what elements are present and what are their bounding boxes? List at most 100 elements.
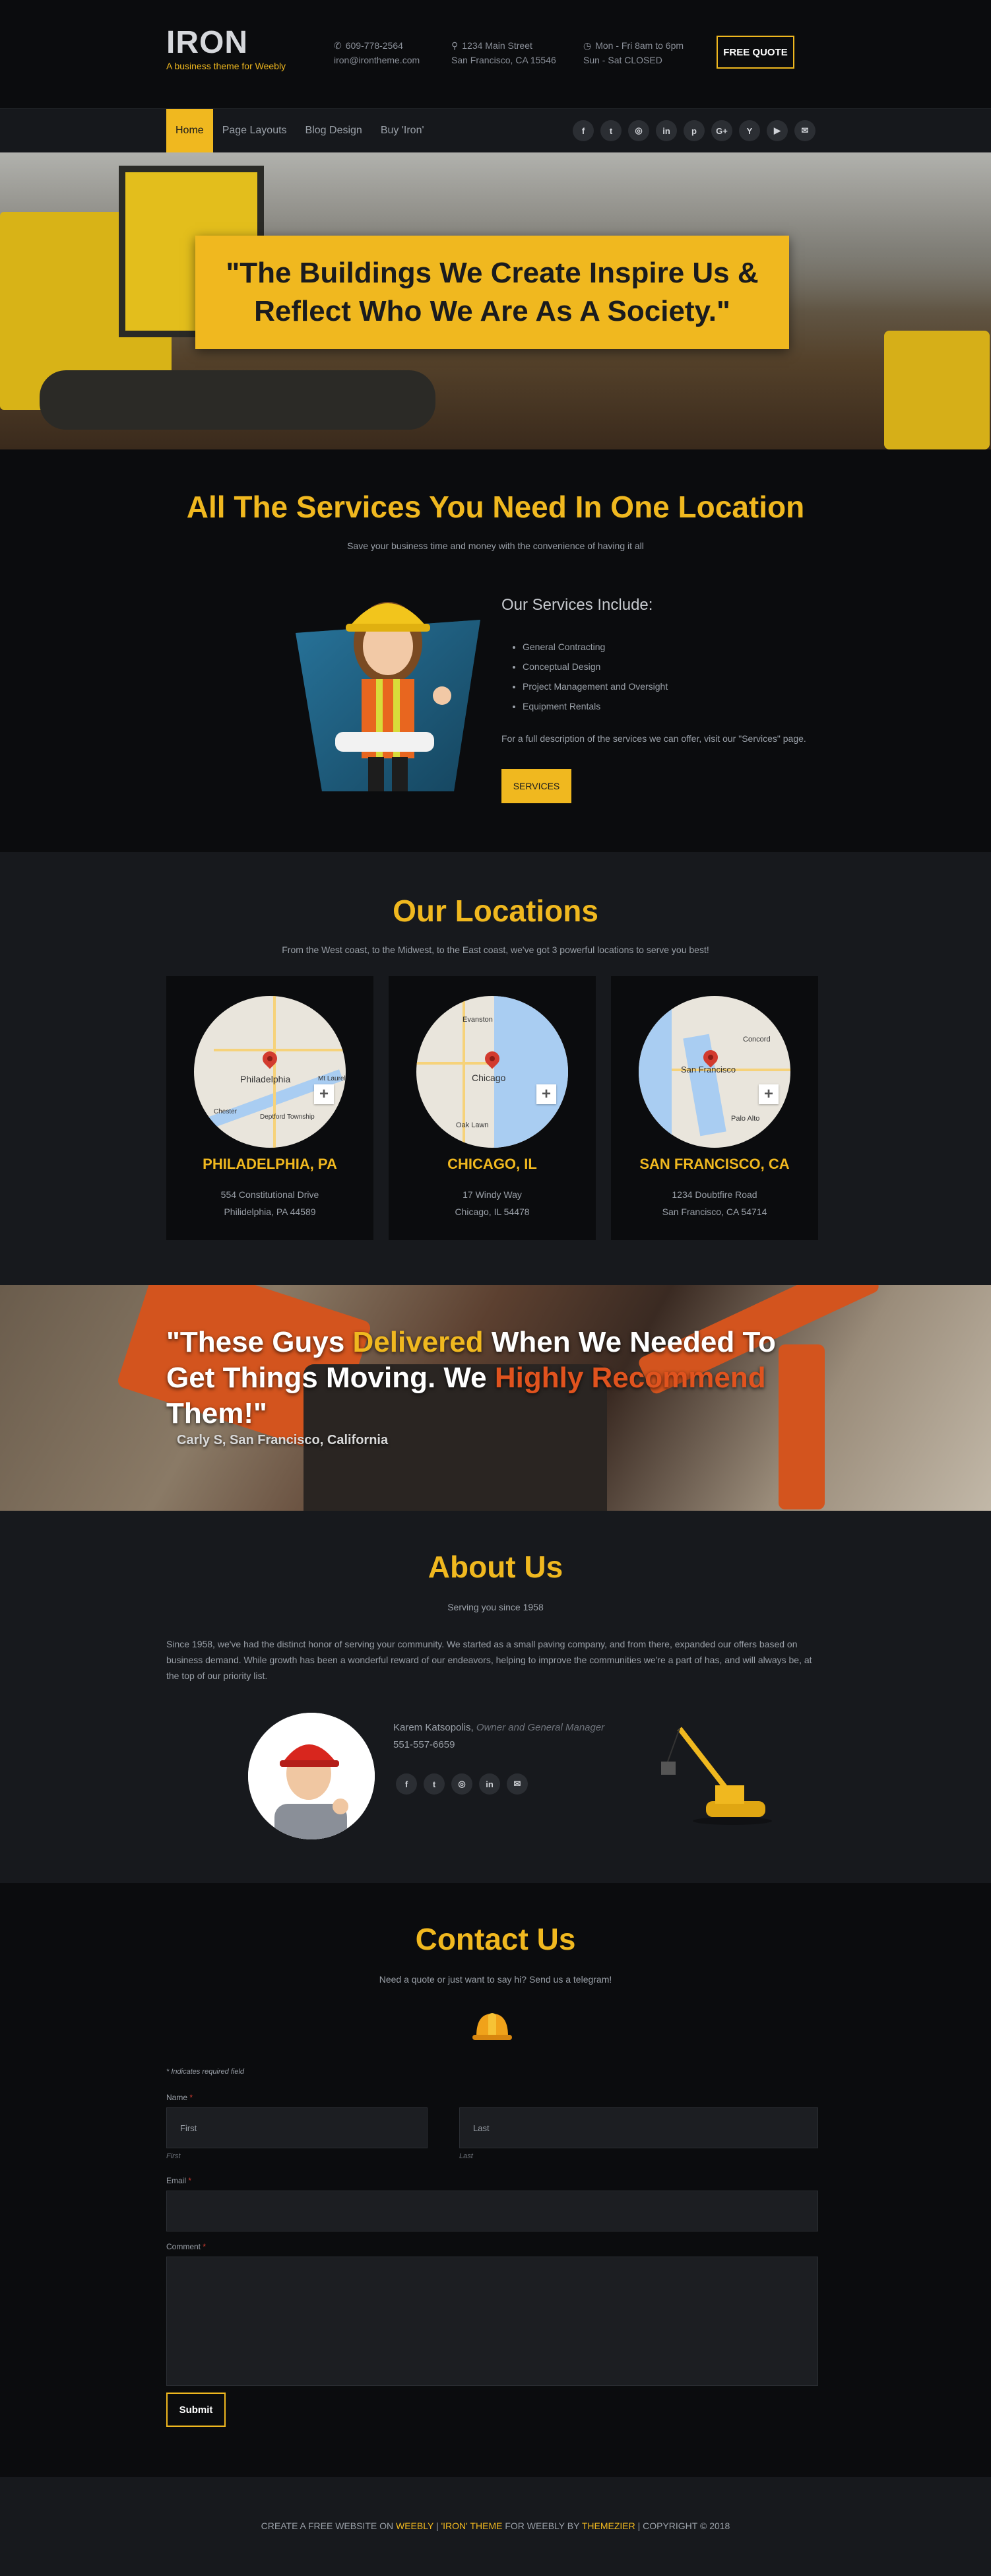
quote-text: "These Guys [166,1326,353,1358]
about-title: About Us [428,1550,563,1584]
social-links: f t ◎ in p G+ Y ▶ ✉ [573,120,815,141]
contact-subtitle: Need a quote or just want to say hi? Sen… [379,1974,612,1985]
themezier-link[interactable]: THEMEZIER [582,2521,635,2531]
last-name-sublabel: Last [459,2152,473,2160]
zoom-in-icon[interactable]: + [536,1084,556,1104]
last-name-field[interactable]: Last [459,2107,818,2148]
contact-info-address: ⚲ 1234 Main Street San Francisco, CA 1554… [451,38,556,67]
logo-tagline: A business theme for Weebly [166,61,286,71]
email-label-text: Email [166,2176,187,2185]
mail-icon[interactable]: ✉ [507,1773,528,1795]
mail-icon[interactable]: ✉ [794,120,815,141]
linkedin-icon[interactable]: in [656,120,677,141]
nav-item-blog-design[interactable]: Blog Design [296,109,371,152]
map-philadelphia[interactable]: Philadelphia Mt Laurel Chester Deptford … [194,996,346,1148]
facebook-icon[interactable]: f [396,1773,417,1795]
footer-copyright: | COPYRIGHT © 2018 [635,2521,730,2531]
location-address: 1234 Doubtfire Road San Francisco, CA 54… [611,1186,818,1220]
quote-highlight: Delivered [352,1326,484,1358]
location-address: 554 Constitutional Drive Philidelphia, P… [166,1186,373,1220]
map-label: Evanston [463,1016,493,1024]
location-card-chicago: Evanston Chicago Oak Lawn + CHICAGO, IL … [389,976,596,1240]
location-street: 17 Windy Way [463,1189,522,1200]
first-name-field[interactable]: First [166,2107,428,2148]
services-heading: Our Services Include: [501,596,653,614]
instagram-icon[interactable]: ◎ [628,120,649,141]
about-subtitle: Serving you since 1958 [447,1602,544,1612]
map-label: Chicago [472,1073,506,1083]
map-san-francisco[interactable]: San Francisco Concord Palo Alto + [639,996,790,1148]
location-citystate: San Francisco, CA 54714 [662,1206,767,1217]
testimonial-quote: "These Guys Delivered When We Needed To … [166,1325,800,1432]
location-street: 554 Constitutional Drive [220,1189,319,1200]
excavator-tracks-image [40,370,435,430]
map-pin-icon [259,1048,280,1069]
location-pin-icon: ⚲ [451,40,459,51]
services-list-item: Conceptual Design [523,657,668,677]
testimonial-author: Carly S, San Francisco, California [177,1433,389,1447]
map-label: Concord [743,1036,771,1043]
location-citystate: Philidelphia, PA 44589 [224,1206,316,1217]
owner-role: Owner and General Manager [476,1722,605,1733]
hero-headline: "The Buildings We Create Inspire Us & Re… [226,257,759,327]
twitter-icon[interactable]: t [600,120,622,141]
google-plus-icon[interactable]: G+ [711,120,732,141]
submit-button[interactable]: Submit [166,2393,226,2427]
hard-hat-icon [472,2013,512,2040]
contact-title: Contact Us [415,1922,576,1956]
iron-theme-link[interactable]: 'IRON' THEME [441,2521,502,2531]
zoom-in-icon[interactable]: + [314,1084,334,1104]
site-footer: CREATE A FREE WEBSITE ON WEEBLY | 'IRON'… [0,2477,991,2576]
linkedin-icon[interactable]: in [479,1773,500,1795]
about-text: Since 1958, we've had the distinct honor… [166,1639,812,1681]
owner-phone[interactable]: 551-557-6659 [393,1739,455,1750]
email-label: Email * [166,2176,191,2185]
about-section: About Us Serving you since 1958 Since 19… [0,1511,991,1883]
locations-title: Our Locations [393,894,598,928]
yelp-icon[interactable]: Y [739,120,760,141]
map-chicago[interactable]: Evanston Chicago Oak Lawn + [416,996,568,1148]
site-header: IRON A business theme for Weebly ✆ 609-77… [0,0,991,108]
services-list-item: Project Management and Oversight [523,677,668,696]
contact-section: Contact Us Need a quote or just want to … [0,1883,991,2477]
comment-textarea[interactable] [166,2257,818,2386]
locations-subtitle: From the West coast, to the Midwest, to … [282,944,709,955]
nav-item-page-layouts[interactable]: Page Layouts [213,109,296,152]
footer-separator: | [433,2521,441,2531]
location-citystate: Chicago, IL 54478 [455,1206,530,1217]
hero-quote-box: "The Buildings We Create Inspire Us & Re… [195,236,789,349]
clock-icon: ◷ [583,40,592,51]
required-note: * Indicates required field [166,2068,245,2076]
services-button[interactable]: SERVICES [501,769,571,803]
address-line2: San Francisco, CA 15546 [451,55,556,65]
comment-label-text: Comment [166,2242,201,2251]
name-label-text: Name [166,2093,188,2102]
weebly-link[interactable]: WEEBLY [396,2521,433,2531]
pinterest-icon[interactable]: p [684,120,705,141]
owner-social-links: f t ◎ in ✉ [396,1773,528,1795]
contact-info-hours: ◷ Mon - Fri 8am to 6pm Sun - Sat CLOSED [583,38,684,67]
facebook-icon[interactable]: f [573,120,594,141]
required-asterisk: * [203,2242,207,2251]
services-title: All The Services You Need In One Locatio… [186,490,805,524]
nav-item-buy-iron[interactable]: Buy 'Iron' [371,109,433,152]
worker-illustration [296,602,480,791]
twitter-icon[interactable]: t [424,1773,445,1795]
instagram-icon[interactable]: ◎ [451,1773,472,1795]
required-asterisk: * [188,2176,192,2185]
services-list-item: General Contracting [523,637,668,657]
logo[interactable]: IRON A business theme for Weebly [166,26,286,72]
zoom-in-icon[interactable]: + [759,1084,779,1104]
phone-number[interactable]: 609-778-2564 [346,40,403,51]
footer-credits: CREATE A FREE WEBSITE ON WEEBLY | 'IRON'… [0,2521,991,2531]
free-quote-button[interactable]: FREE QUOTE [717,36,794,69]
hours-line1: Mon - Fri 8am to 6pm [595,40,684,51]
nav-item-home[interactable]: Home [166,109,213,152]
email-address[interactable]: iron@irontheme.com [334,53,420,67]
hours-line2: Sun - Sat CLOSED [583,55,662,65]
youtube-icon[interactable]: ▶ [767,120,788,141]
map-bay [683,1034,726,1137]
email-field[interactable] [166,2191,818,2231]
comment-label: Comment * [166,2242,206,2251]
contact-info-phone: ✆ 609-778-2564 iron@irontheme.com [334,38,420,67]
